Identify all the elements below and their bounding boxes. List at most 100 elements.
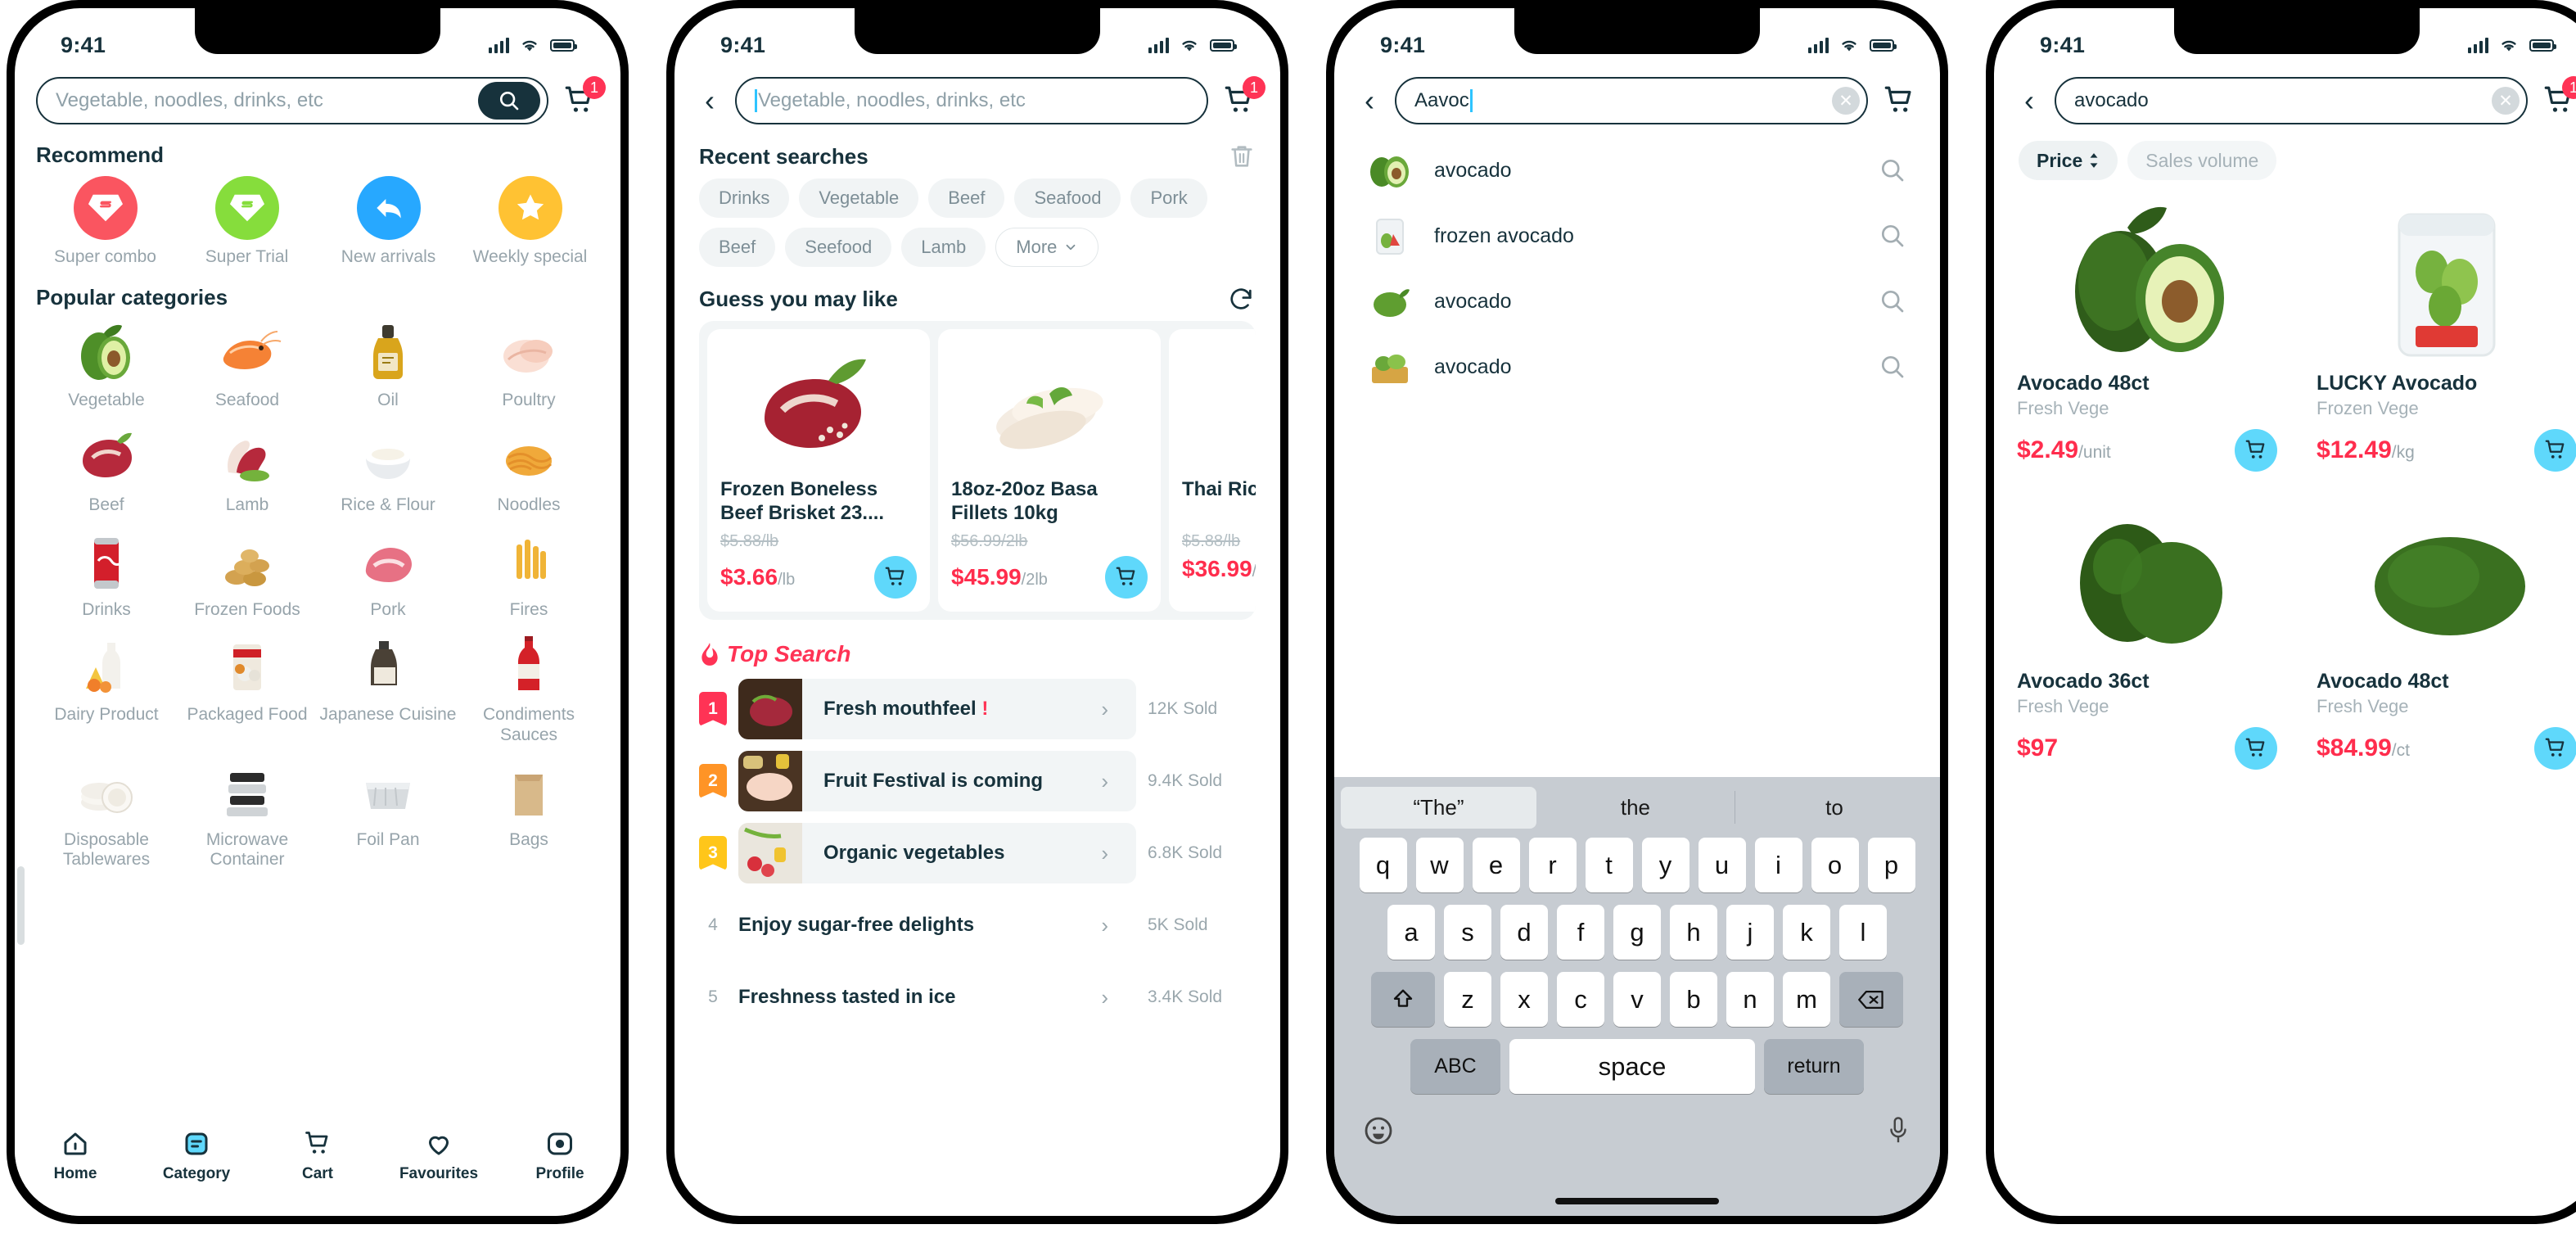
key-r[interactable]: r <box>1528 838 1577 892</box>
add-to-cart-button[interactable] <box>2235 429 2277 472</box>
recommend-item-new-arrivals[interactable]: New arrivals <box>319 176 458 267</box>
recent-chip[interactable]: Seefood <box>785 228 892 267</box>
search-input[interactable]: Vegetable, noodles, drinks, etc <box>36 77 548 124</box>
top-search-card[interactable]: Organic vegetables › <box>738 823 1136 883</box>
key-i[interactable]: i <box>1754 838 1802 892</box>
key-a[interactable]: a <box>1387 905 1435 960</box>
key-h[interactable]: h <box>1670 905 1717 960</box>
result-card[interactable]: Avocado 36ct Fresh Vege $97 <box>1999 490 2295 784</box>
category-item-seafood[interactable]: Seafood <box>177 319 318 410</box>
search-icon[interactable] <box>1878 287 1907 316</box>
filter-sales-volume[interactable]: Sales volume <box>2127 141 2277 180</box>
filter-price[interactable]: Price <box>2019 141 2118 180</box>
back-button[interactable]: ‹ <box>1356 83 1383 119</box>
search-icon[interactable] <box>1878 352 1907 382</box>
microphone-icon[interactable] <box>1884 1114 1912 1147</box>
category-item-drinks[interactable]: Drinks <box>36 528 177 620</box>
top-search-card[interactable]: Enjoy sugar-free delights › <box>738 895 1136 956</box>
return-key[interactable]: return <box>1764 1039 1864 1094</box>
category-item-dairy-product[interactable]: Dairy Product <box>36 633 177 744</box>
category-item-microwave-container[interactable]: Microwave Container <box>177 758 318 870</box>
key-d[interactable]: d <box>1500 905 1548 960</box>
trash-icon[interactable] <box>1228 142 1256 170</box>
tab-cart[interactable]: Cart <box>257 1129 378 1183</box>
clear-search-button[interactable]: ✕ <box>1832 87 1860 115</box>
add-to-cart-button[interactable] <box>1105 556 1148 599</box>
key-w[interactable]: w <box>1415 838 1464 892</box>
top-search-card[interactable]: Fresh mouthfeel ! › <box>738 679 1136 739</box>
key-j[interactable]: j <box>1726 905 1774 960</box>
clear-search-button[interactable]: ✕ <box>2492 87 2520 115</box>
key-t[interactable]: t <box>1585 838 1633 892</box>
category-item-pork[interactable]: Pork <box>318 528 458 620</box>
result-card[interactable]: Avocado 48ct Fresh Vege $2.49/unit <box>1999 192 2295 486</box>
cart-button[interactable]: 1 <box>1220 76 1265 120</box>
emoji-icon[interactable] <box>1362 1114 1395 1147</box>
home-indicator[interactable] <box>1555 1198 1719 1204</box>
top-search-row[interactable]: 2 Fruit Festival is coming › 9.4K Sold <box>699 751 1256 811</box>
search-input[interactable]: Aavoc ✕ <box>1395 77 1868 124</box>
key-k[interactable]: k <box>1783 905 1830 960</box>
result-card[interactable]: Avocado 48ct Fresh Vege $84.99/ct <box>2299 490 2576 784</box>
recent-chip[interactable]: Vegetable <box>799 178 919 218</box>
guess-card-carousel[interactable]: Frozen Boneless Beef Brisket 23.... $5.8… <box>699 321 1256 620</box>
result-card[interactable]: LUCKY Avocado Frozen Vege $12.49/kg <box>2299 192 2576 486</box>
shift-key[interactable] <box>1371 972 1435 1027</box>
key-n[interactable]: n <box>1726 972 1774 1027</box>
recent-chip[interactable]: Pork <box>1130 178 1207 218</box>
category-item-vegetable[interactable]: Vegetable <box>36 319 177 410</box>
space-key[interactable]: space <box>1509 1039 1755 1094</box>
search-icon[interactable] <box>1878 221 1907 251</box>
top-search-card[interactable]: Fruit Festival is coming › <box>738 751 1136 811</box>
tab-home[interactable]: Home <box>15 1129 136 1183</box>
top-search-row[interactable]: 1 Fresh mouthfeel ! › 12K Sold <box>699 679 1256 739</box>
cart-button[interactable]: 1 <box>2539 76 2576 120</box>
search-button[interactable] <box>478 82 540 120</box>
recent-chip[interactable]: Beef <box>699 228 776 267</box>
key-g[interactable]: g <box>1613 905 1661 960</box>
key-z[interactable]: z <box>1444 972 1491 1027</box>
key-p[interactable]: p <box>1867 838 1915 892</box>
key-v[interactable]: v <box>1613 972 1661 1027</box>
key-e[interactable]: e <box>1472 838 1520 892</box>
product-card[interactable]: 18oz-20oz Basa Fillets 10kg $56.99/2lb $… <box>938 329 1161 612</box>
category-item-disposable-tablewares[interactable]: Disposable Tablewares <box>36 758 177 870</box>
category-item-noodles[interactable]: Noodles <box>458 423 599 515</box>
category-item-beef[interactable]: Beef <box>36 423 177 515</box>
cart-button[interactable]: 1 <box>560 76 606 120</box>
key-f[interactable]: f <box>1557 905 1604 960</box>
add-to-cart-button[interactable] <box>2534 727 2576 770</box>
add-to-cart-button[interactable] <box>2534 429 2576 472</box>
prediction-1[interactable]: the <box>1536 787 1735 829</box>
recent-chip[interactable]: Drinks <box>699 178 790 218</box>
key-u[interactable]: u <box>1698 838 1746 892</box>
search-input[interactable]: avocado ✕ <box>2055 77 2528 124</box>
key-o[interactable]: o <box>1811 838 1859 892</box>
category-item-foil-pan[interactable]: Foil Pan <box>318 758 458 870</box>
prediction-0[interactable]: “The” <box>1341 786 1536 829</box>
category-item-condiments-sauces[interactable]: Condiments Sauces <box>458 633 599 744</box>
back-button[interactable]: ‹ <box>696 83 724 119</box>
top-search-row[interactable]: 3 Organic vegetables › 6.8K Sold <box>699 823 1256 883</box>
key-q[interactable]: q <box>1359 838 1407 892</box>
category-item-poultry[interactable]: Poultry <box>458 319 599 410</box>
search-input[interactable]: Vegetable, noodles, drinks, etc <box>735 77 1208 124</box>
back-button[interactable]: ‹ <box>2015 83 2043 119</box>
key-x[interactable]: x <box>1500 972 1548 1027</box>
prediction-2[interactable]: to <box>1735 787 1933 829</box>
top-search-card[interactable]: Freshness tasted in ice › <box>738 967 1136 1028</box>
backspace-key[interactable] <box>1839 972 1903 1027</box>
key-m[interactable]: m <box>1783 972 1830 1027</box>
category-item-bags[interactable]: Bags <box>458 758 599 870</box>
category-item-oil[interactable]: Oil <box>318 319 458 410</box>
category-item-fires[interactable]: Fires <box>458 528 599 620</box>
refresh-icon[interactable] <box>1226 285 1256 313</box>
suggestion-row[interactable]: avocado <box>1334 334 1940 400</box>
key-y[interactable]: y <box>1641 838 1690 892</box>
product-card[interactable]: Frozen Boneless Beef Brisket 23.... $5.8… <box>707 329 930 612</box>
recent-chip[interactable]: Beef <box>928 178 1005 218</box>
category-item-japanese-cuisine[interactable]: Japanese Cuisine <box>318 633 458 744</box>
add-to-cart-button[interactable] <box>2235 727 2277 770</box>
category-item-packaged-food[interactable]: Packaged Food <box>177 633 318 744</box>
tab-category[interactable]: Category <box>136 1129 257 1183</box>
